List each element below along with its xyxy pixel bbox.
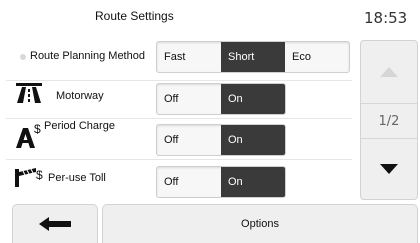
motorway-off-option[interactable]: Off	[157, 84, 221, 114]
per-use-toll-label: Per-use Toll	[48, 172, 106, 184]
options-button[interactable]: Options	[102, 204, 418, 243]
route-planning-method-label: Route Planning Method	[30, 50, 145, 62]
svg-text:$: $	[36, 168, 43, 182]
period-charge-icon: $	[16, 122, 41, 148]
chevron-down-icon	[380, 164, 398, 174]
period-charge-label: Period Charge	[44, 120, 115, 132]
scroll-up-button[interactable]	[361, 41, 417, 103]
route-method-eco-option[interactable]: Eco	[285, 42, 349, 72]
svg-text:$: $	[34, 122, 41, 136]
period-charge-toggle: Off On	[156, 124, 286, 156]
route-method-fast-option[interactable]: Fast	[157, 42, 221, 72]
chevron-up-icon	[380, 67, 398, 77]
period-charge-off-option[interactable]: Off	[157, 125, 221, 155]
clock: 18:53	[364, 9, 408, 27]
motorway-icon	[16, 83, 42, 103]
route-method-selector: Fast Short Eco	[156, 41, 350, 73]
back-button[interactable]	[12, 204, 98, 243]
period-charge-on-option[interactable]: On	[221, 125, 285, 155]
bullet-dot-icon	[20, 54, 26, 60]
row-divider	[6, 159, 352, 160]
route-method-short-option[interactable]: Short	[221, 42, 285, 72]
arrow-left-icon	[39, 217, 71, 231]
per-use-toll-off-option[interactable]: Off	[157, 167, 221, 197]
per-use-toll-toggle: Off On	[156, 166, 286, 198]
row-divider	[6, 80, 352, 81]
page-title: Route Settings	[95, 9, 174, 23]
motorway-on-option[interactable]: On	[221, 84, 285, 114]
row-divider	[6, 118, 352, 119]
motorway-toggle: Off On	[156, 83, 286, 115]
page-indicator: 1/2	[378, 113, 400, 129]
toll-icon: $	[15, 168, 43, 187]
per-use-toll-on-option[interactable]: On	[221, 167, 285, 197]
page-scroller: 1/2	[360, 40, 418, 200]
scroll-down-button[interactable]	[361, 139, 417, 199]
motorway-label: Motorway	[56, 90, 104, 102]
